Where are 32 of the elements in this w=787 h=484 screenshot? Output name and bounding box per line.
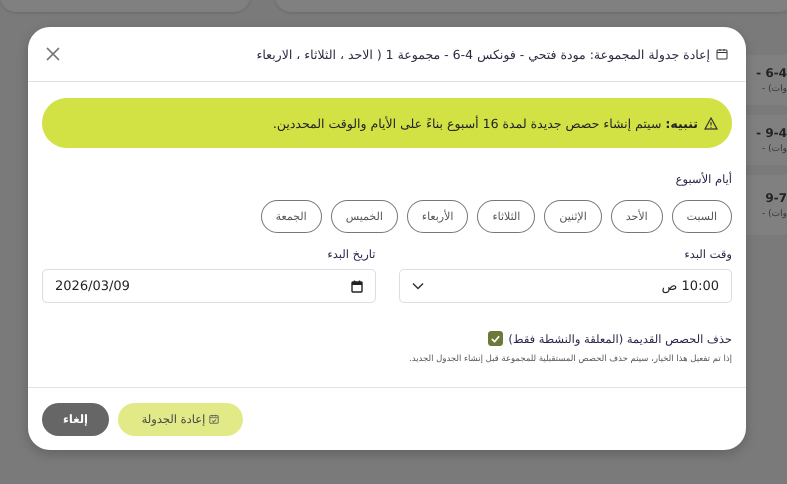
day-chip[interactable]: الأحد bbox=[610, 200, 663, 233]
alert-text: تنبيه: سيتم إنشاء حصص جديدة لمدة 16 أسبوع بناءً على الأيام والوقت المحددين. bbox=[272, 116, 698, 130]
calendar-check-icon bbox=[209, 414, 220, 424]
card-subtitle: وات) - bbox=[762, 209, 787, 219]
day-chip[interactable]: الجمعة bbox=[260, 200, 322, 233]
day-chip[interactable]: الثلاثاء bbox=[477, 200, 536, 233]
day-chip[interactable]: الإثنين bbox=[544, 200, 602, 233]
field-label: تاريخ البدء bbox=[327, 247, 376, 261]
day-chip[interactable]: الخميس bbox=[330, 200, 398, 233]
day-chip[interactable]: الأربعاء bbox=[406, 200, 468, 233]
card-subtitle: وات) - bbox=[762, 84, 787, 94]
calendar-icon bbox=[350, 280, 362, 292]
day-chip[interactable]: السبت bbox=[672, 200, 732, 233]
close-icon[interactable] bbox=[46, 47, 60, 61]
card-title: 6-4 - bbox=[756, 66, 787, 80]
chevron-down-icon bbox=[412, 282, 424, 290]
check-icon bbox=[491, 334, 500, 342]
hint-text: إذا تم تفعيل هذا الخيار، سيتم حذف الحصص المستقبلية للمجموعة قبل إنشاء الجدول الجديد. bbox=[409, 354, 732, 364]
warning-icon bbox=[704, 116, 718, 130]
checkbox-label: حذف الحصص القديمة (المعلقة والنشطة فقط) bbox=[508, 332, 732, 346]
card-title: 9-7 bbox=[765, 191, 787, 205]
checkbox[interactable] bbox=[488, 331, 504, 346]
cancel-button[interactable]: إلغاء bbox=[42, 402, 109, 436]
reschedule-button[interactable]: إعادة الجدولة bbox=[118, 402, 243, 436]
card-title: 9-4 - bbox=[756, 126, 787, 140]
card-subtitle: وات) - bbox=[762, 144, 787, 154]
field-label: وقت البدء bbox=[684, 247, 732, 261]
calendar-icon bbox=[716, 48, 728, 60]
time-select[interactable]: 10:00 ص bbox=[398, 269, 732, 303]
dialog-title: إعادة جدولة المجموعة: مودة فتحي - فونكس 4-6 - مجموعة 1 ( الاحد ، الثلاثاء ، الاربعاء bbox=[256, 46, 710, 62]
field-label: أيام الأسبوع bbox=[676, 172, 732, 186]
date-field[interactable]: 2026/03/09 bbox=[42, 269, 376, 303]
